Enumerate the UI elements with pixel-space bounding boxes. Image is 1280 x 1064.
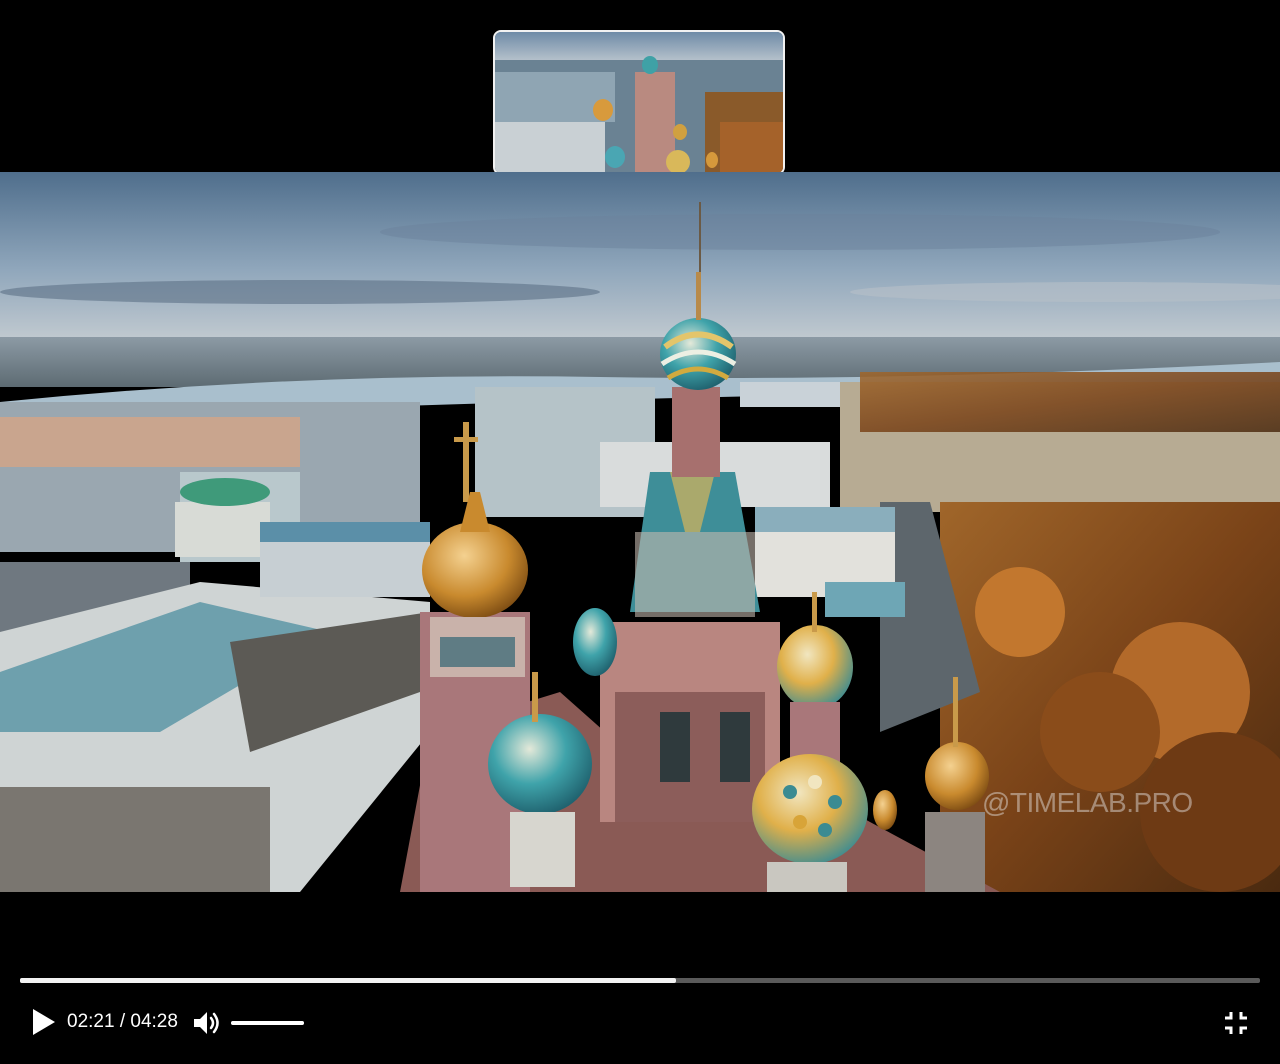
seek-preview-thumbnail — [493, 30, 785, 175]
time-display: 02:21 / 04:28 — [67, 1011, 178, 1033]
video-frame[interactable] — [0, 172, 1280, 892]
time-separator: / — [114, 1011, 131, 1032]
volume-slider-level — [231, 1021, 304, 1025]
seek-bar[interactable] — [20, 978, 1260, 983]
volume-slider[interactable] — [231, 1021, 304, 1025]
seek-bar-played — [20, 978, 676, 983]
video-watermark: @TIMELAB.PRO — [982, 787, 1193, 818]
exit-fullscreen-button[interactable] — [1222, 1009, 1250, 1037]
video-player[interactable]: @TIMELAB.PRO 02:21 / 04:28 — [0, 0, 1280, 1064]
play-icon — [33, 1009, 55, 1035]
fullscreen-exit-icon — [1225, 1012, 1247, 1034]
play-button[interactable] — [28, 1006, 60, 1038]
current-time: 02:21 — [67, 1011, 115, 1032]
duration: 04:28 — [130, 1011, 178, 1032]
mute-button[interactable] — [192, 1008, 222, 1038]
volume-high-icon — [194, 1012, 219, 1034]
